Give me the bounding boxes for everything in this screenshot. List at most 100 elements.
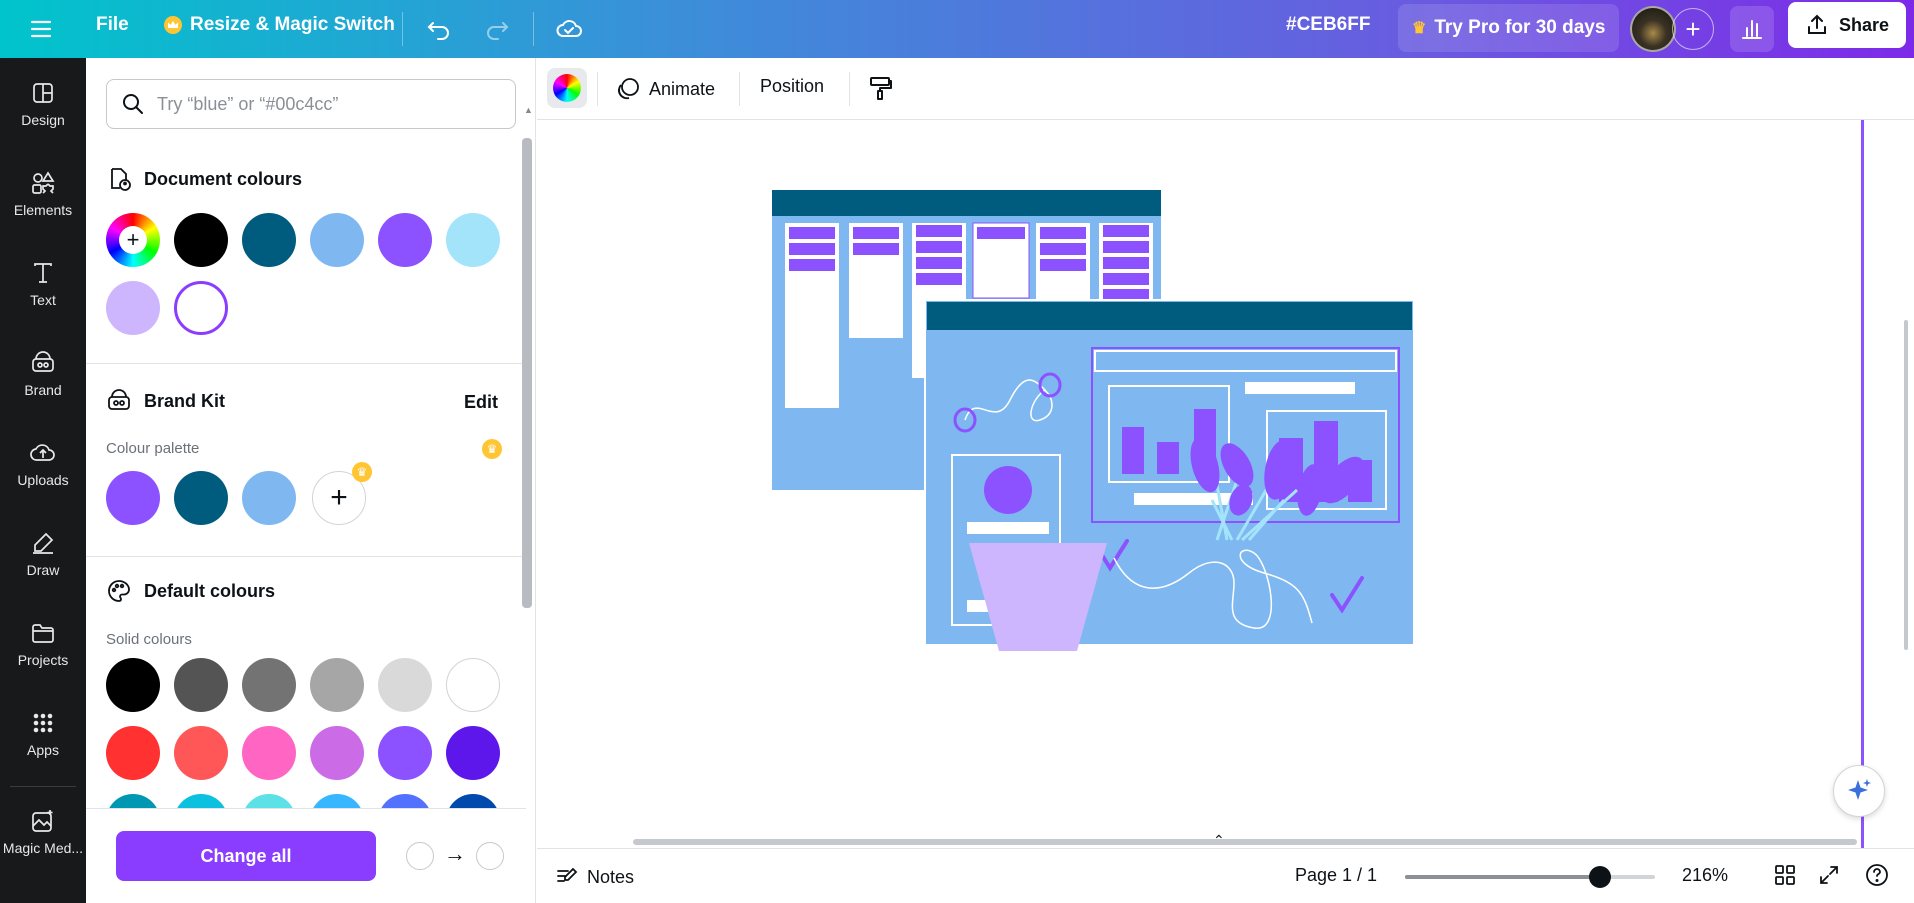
solid-colours-label: Solid colours [106, 631, 192, 648]
projects-icon [32, 624, 54, 643]
document-colour-swatch[interactable] [242, 213, 296, 267]
fullscreen-icon[interactable] [1817, 863, 1841, 887]
colour-search[interactable] [106, 79, 516, 129]
try-pro-button[interactable]: ♛ Try Pro for 30 days [1398, 4, 1620, 52]
plus-icon: + [119, 226, 147, 254]
colour-wheel-icon [553, 74, 581, 102]
sidebar-item-draw[interactable]: Draw [0, 514, 86, 594]
sidebar-item-projects[interactable]: Projects [0, 604, 86, 684]
apps-icon [33, 713, 53, 733]
solid-colour-swatch[interactable] [106, 726, 160, 780]
document-colour-swatch[interactable] [310, 213, 364, 267]
solid-colour-swatch[interactable] [174, 658, 228, 712]
solid-colour-swatch[interactable] [106, 658, 160, 712]
brand-icon [32, 351, 54, 372]
undo-icon[interactable] [424, 14, 454, 44]
grid-view-icon[interactable] [1773, 863, 1797, 887]
document-colour-swatch[interactable] [446, 213, 500, 267]
from-colour-swatch [406, 842, 434, 870]
add-colour-button[interactable]: + [106, 213, 160, 267]
bottom-bar: Notes Page 1 / 1 216% [537, 848, 1914, 903]
crown-icon: ♛ [482, 439, 502, 459]
design-icon [33, 83, 53, 103]
share-button[interactable]: Share [1788, 2, 1906, 48]
solid-colour-swatch[interactable] [378, 658, 432, 712]
draw-icon [33, 532, 54, 554]
solid-colour-swatch[interactable] [446, 658, 500, 712]
solid-colour-swatch[interactable] [310, 726, 364, 780]
sidebar-item-elements[interactable]: Elements [0, 154, 86, 234]
sidebar-item-magic-media[interactable]: Magic Med... [0, 792, 86, 872]
panel-scrollbar[interactable] [522, 138, 532, 608]
colour-panel: ▲ Document colours + Brand Kit Edit Colo… [86, 58, 536, 903]
cloud-saved-icon[interactable] [554, 14, 584, 44]
sparkle-icon [1848, 779, 1871, 800]
add-collaborator-icon[interactable]: + [1672, 8, 1714, 50]
crown-icon: ♛ [352, 462, 372, 482]
solid-colour-swatch[interactable] [174, 726, 228, 780]
text-icon [34, 263, 52, 283]
canvas-horizontal-scrollbar[interactable] [633, 839, 1857, 845]
insights-icon[interactable] [1730, 6, 1774, 52]
redo-icon[interactable] [482, 14, 512, 44]
to-colour-swatch [476, 842, 504, 870]
solid-colour-swatch[interactable] [242, 726, 296, 780]
zoom-level[interactable]: 216% [1682, 865, 1728, 886]
search-icon [123, 94, 143, 114]
palette-icon [108, 580, 130, 602]
zoom-slider[interactable] [1405, 866, 1655, 888]
position-button[interactable]: Position [760, 76, 824, 97]
search-input[interactable] [157, 93, 477, 115]
document-colour-swatch[interactable] [174, 213, 228, 267]
notes-button[interactable]: Notes [555, 865, 634, 889]
sidebar-item-design[interactable]: Design [0, 64, 86, 144]
zoom-slider-thumb[interactable] [1589, 866, 1611, 888]
colour-picker-button[interactable] [547, 68, 587, 108]
sidebar-item-text[interactable]: Text [0, 244, 86, 324]
copy-style-icon[interactable] [867, 74, 895, 102]
crown-icon [164, 16, 182, 34]
page-edge [1861, 120, 1864, 848]
expand-pages-icon[interactable]: ⌃ [1213, 832, 1225, 848]
notes-icon [557, 867, 578, 882]
animate-button[interactable]: Animate [615, 76, 715, 102]
context-toolbar: Animate Position [537, 58, 1914, 120]
menu-icon[interactable] [28, 16, 54, 42]
document-colour-swatch[interactable] [378, 213, 432, 267]
solid-colour-swatch[interactable] [378, 726, 432, 780]
document-colour-swatch[interactable] [174, 281, 228, 335]
resize-magic-switch-button[interactable]: Resize & Magic Switch [150, 6, 409, 44]
page-indicator[interactable]: Page 1 / 1 [1295, 865, 1377, 886]
arrow-right-icon: → [444, 841, 466, 866]
design-canvas[interactable]: ⌃ [537, 120, 1914, 848]
selected-color-hex: #CEB6FF [1286, 14, 1371, 35]
magic-assistant-button[interactable] [1833, 765, 1885, 817]
magic-media-icon [32, 810, 53, 832]
document-colours-heading: Document colours [106, 166, 302, 192]
brand-kit-icon [108, 389, 130, 410]
solid-colour-swatch[interactable] [310, 658, 364, 712]
elements-icon [32, 171, 55, 194]
brand-colour-swatch[interactable] [106, 471, 160, 525]
change-all-button[interactable]: Change all [116, 831, 376, 881]
avatar[interactable] [1630, 6, 1676, 52]
sidebar-item-apps[interactable]: Apps [0, 694, 86, 774]
solid-colour-swatch[interactable] [446, 726, 500, 780]
animate-icon [618, 78, 639, 100]
sidebar-item-uploads[interactable]: Uploads [0, 424, 86, 504]
solid-colour-swatch[interactable] [242, 658, 296, 712]
sidebar-item-brand[interactable]: Brand [0, 334, 86, 414]
canvas-vertical-scrollbar[interactable] [1904, 320, 1908, 650]
file-menu[interactable]: File [82, 6, 143, 44]
crown-icon: ♛ [1412, 20, 1427, 37]
top-bar: File Resize & Magic Switch #CEB6FF ♛ Try… [0, 0, 1914, 58]
document-colour-swatch[interactable] [106, 281, 160, 335]
left-sidebar: Design Elements Text Brand Uploads Draw … [0, 58, 86, 903]
illustration[interactable] [537, 120, 1914, 848]
help-icon[interactable] [1865, 863, 1889, 887]
uploads-icon [30, 444, 55, 461]
brand-colour-swatch[interactable] [174, 471, 228, 525]
brand-kit-edit-link[interactable]: Edit [464, 392, 498, 413]
panel-footer: Change all → [86, 808, 526, 903]
brand-colour-swatch[interactable] [242, 471, 296, 525]
